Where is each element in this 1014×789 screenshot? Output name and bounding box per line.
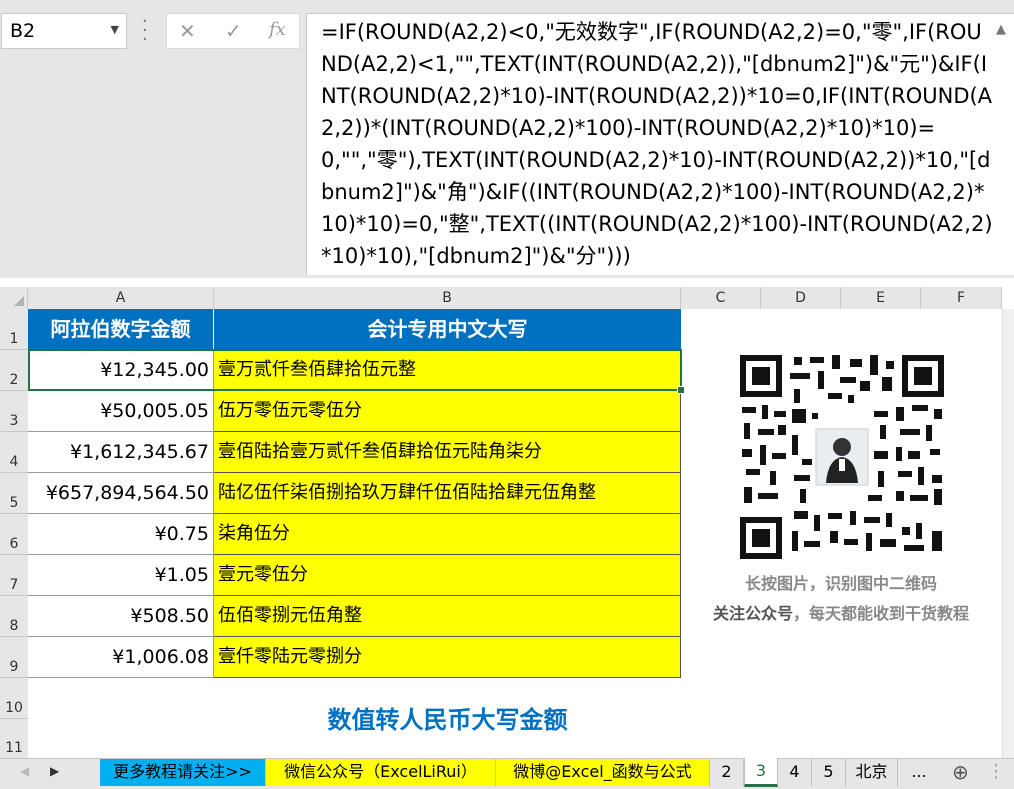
column-header-e[interactable]: E: [841, 287, 921, 309]
tab-more[interactable]: ...: [898, 759, 940, 786]
qr-code-image: [740, 355, 944, 559]
cell-a8[interactable]: ¥508.50: [28, 596, 214, 637]
cell-a9[interactable]: ¥1,006.08: [28, 637, 214, 678]
tab-more-tutorials[interactable]: 更多教程请关注>>: [100, 759, 266, 786]
tab-3[interactable]: 3: [744, 758, 778, 787]
column-header-d[interactable]: D: [761, 287, 841, 309]
column-header-a[interactable]: A: [28, 287, 214, 309]
sheet-tab-bar: ◀ ▶ 更多教程请关注>> 微信公众号（ExcelLiRui） 微博@Excel…: [0, 758, 1014, 789]
cell-b8[interactable]: 伍佰零捌元伍角整: [214, 596, 681, 637]
column-header-f[interactable]: F: [921, 287, 1002, 309]
row-header-4[interactable]: 4: [0, 432, 28, 473]
cell-b5[interactable]: 陆亿伍仟柒佰捌拾玖万肆仟伍佰陆拾肆元伍角整: [214, 473, 681, 514]
more-options-icon[interactable]: · · ·: [142, 13, 152, 49]
cell-b6[interactable]: 柒角伍分: [214, 514, 681, 555]
name-box-value: B2: [10, 20, 36, 42]
fill-handle[interactable]: [677, 386, 685, 394]
tab-beijing[interactable]: 北京: [846, 759, 898, 786]
cancel-icon[interactable]: ✕: [179, 19, 196, 43]
formula-buttons: ✕ ✓ fx: [166, 13, 300, 49]
sheet-title: 数值转人民币大写金额: [327, 706, 568, 734]
cell-a7[interactable]: ¥1.05: [28, 555, 214, 596]
cell-a3[interactable]: ¥50,005.05: [28, 391, 214, 432]
cell-b9[interactable]: 壹仟零陆元零捌分: [214, 637, 681, 678]
row-header-8[interactable]: 8: [0, 596, 28, 637]
more-sheets-icon[interactable]: ⋮: [987, 761, 1005, 782]
enter-icon[interactable]: ✓: [225, 19, 242, 43]
column-header-b[interactable]: B: [214, 287, 681, 309]
qr-caption-2: 关注公众号，每天都能收到干货教程: [690, 600, 992, 624]
tab-4[interactable]: 4: [778, 759, 812, 786]
qr-caption-1: 长按图片，识别图中二维码: [744, 574, 937, 593]
cell-selection: [28, 349, 682, 391]
select-all-corner[interactable]: [0, 287, 28, 309]
tab-scroll-left-icon[interactable]: ◀: [20, 764, 29, 778]
cell-a6[interactable]: ¥0.75: [28, 514, 214, 555]
cell-a5[interactable]: ¥657,894,564.50: [28, 473, 214, 514]
row-header-5[interactable]: 5: [0, 473, 28, 514]
formula-text: =IF(ROUND(A2,2)<0,"无效数字",IF(ROUND(A2,2)=…: [321, 20, 993, 268]
row-header-10[interactable]: 10: [0, 678, 28, 719]
tab-5[interactable]: 5: [812, 759, 846, 786]
cell-b3[interactable]: 伍万零伍元零伍分: [214, 391, 681, 432]
qr-caption-2-rest: ，每天都能收到干货教程: [793, 604, 970, 623]
tab-wechat[interactable]: 微信公众号（ExcelLiRui）: [266, 759, 496, 786]
cell-b4[interactable]: 壹佰陆拾壹万贰仟叁佰肆拾伍元陆角柒分: [214, 432, 681, 473]
vertical-scrollbar[interactable]: [1002, 309, 1014, 759]
collapse-formula-icon[interactable]: ▲: [996, 22, 1006, 37]
cell-a1[interactable]: 阿拉伯数字金额: [28, 309, 214, 350]
cell-b7[interactable]: 壹元零伍分: [214, 555, 681, 596]
row-header-9[interactable]: 9: [0, 637, 28, 678]
add-sheet-icon[interactable]: ⊕: [952, 760, 969, 784]
row-header-6[interactable]: 6: [0, 514, 28, 555]
chevron-down-icon[interactable]: ▼: [111, 23, 119, 36]
name-box[interactable]: B2 ▼: [1, 13, 127, 49]
formula-input[interactable]: =IF(ROUND(A2,2)<0,"无效数字",IF(ROUND(A2,2)=…: [306, 13, 1014, 275]
tab-scroll-right-icon[interactable]: ▶: [50, 764, 59, 778]
formula-bar-area: B2 ▼ · · · ✕ ✓ fx =IF(ROUND(A2,2)<0,"无效数字"…: [0, 0, 1014, 278]
tab-2[interactable]: 2: [710, 759, 744, 786]
cell-a4[interactable]: ¥1,612,345.67: [28, 432, 214, 473]
row-header-2[interactable]: 2: [0, 350, 28, 391]
cell-b1[interactable]: 会计专用中文大写: [214, 309, 681, 350]
row-header-1[interactable]: 1: [0, 309, 28, 350]
row-header-11[interactable]: 11: [0, 719, 28, 759]
tab-weibo[interactable]: 微博@Excel_函数与公式: [496, 759, 710, 786]
row-header-7[interactable]: 7: [0, 555, 28, 596]
insert-function-icon[interactable]: fx: [269, 19, 286, 40]
row-header-3[interactable]: 3: [0, 391, 28, 432]
qr-caption-2-bold: 关注公众号: [712, 604, 793, 623]
column-header-c[interactable]: C: [681, 287, 761, 309]
